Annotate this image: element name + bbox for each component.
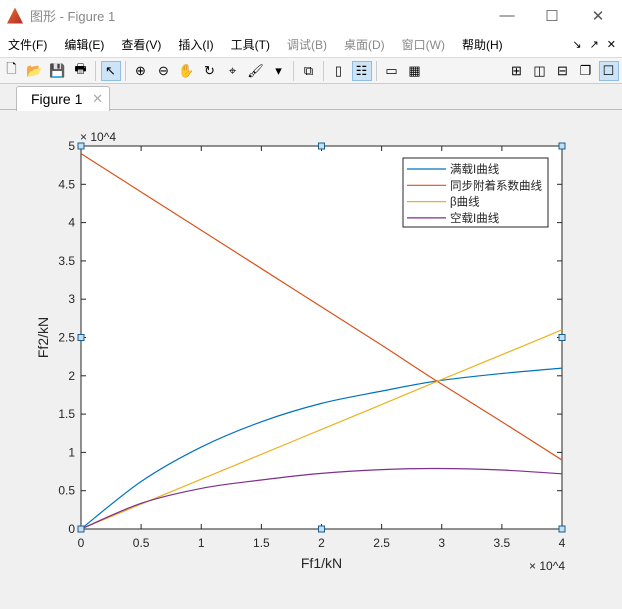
toolbar-separator [125,60,126,81]
selection-handle[interactable] [558,334,566,341]
zoom-in-icon[interactable]: ⊕ [131,61,151,81]
legend-entry-2: β曲线 [450,195,480,209]
figure-close-button[interactable]: ✕ [607,38,616,51]
maximize-button[interactable]: ☐ [529,0,575,31]
menu-4[interactable]: 工具(T) [231,36,270,53]
zoom-out-icon[interactable]: ⊖ [154,61,174,81]
y-tick-label: 2.5 [58,331,75,345]
y-tick-label: 3 [68,292,75,306]
figure-undock-button[interactable]: ↗ [590,38,599,51]
menu-8[interactable]: 帮助(H) [462,36,503,53]
y-tick-label: 2 [68,369,75,383]
selection-handle[interactable] [77,142,85,150]
y-tick-label: 0.5 [58,484,75,498]
figure-canvas[interactable]: 0 0.5 1 1.5 2 2.5 3 3.5 4 0 0.5 1 1.5 2 2.5 3 3.5 4 4.5 5 × … [0,110,622,609]
brush-icon[interactable]: 🖌 [246,61,266,81]
pan-hand-icon[interactable]: ✋ [177,61,197,81]
y-tick-label: 1.5 [58,407,75,421]
show-plot-tools-icon[interactable]: ▦ [405,61,425,81]
menu-5[interactable]: 调试(B) [287,36,327,53]
y-tick-label: 1 [68,445,75,459]
x-tick-label: 0.5 [133,536,150,550]
minimize-button[interactable]: — [484,0,530,31]
colorbar-icon[interactable]: ▯ [329,61,349,81]
x-exponent-label: × 10^4 [529,559,565,573]
menu-6[interactable]: 桌面(D) [344,36,385,53]
legend-entry-3: 空载I曲线 [450,211,500,225]
menu-bar: 文件(F) 编辑(E) 查看(V) 插入(I) 工具(T) 调试(B) 桌面(D) 窗口(W)… [0,31,622,57]
y-tick-label: 4.5 [58,177,75,191]
save-icon[interactable]: 💾 [48,61,68,81]
toolbar-separator [376,60,377,81]
link-plot-icon[interactable]: ⧉ [299,61,319,81]
x-tick-label: 3 [438,536,445,550]
maximize-icon[interactable]: ☐ [598,60,619,81]
x-tick-label: 1 [198,536,205,550]
selection-handle[interactable] [558,142,566,150]
open-icon[interactable]: 📂 [25,61,45,81]
close-button[interactable]: ✕ [575,0,621,31]
selection-handle[interactable] [318,142,325,150]
toolbar-separator [293,60,294,81]
figure-dock-button[interactable]: ↘ [572,38,581,51]
dropdown-arrow-icon[interactable]: ▾ [269,61,289,81]
selection-handle[interactable] [318,525,325,533]
menu-2[interactable]: 查看(V) [121,36,161,53]
menu-3[interactable]: 插入(I) [178,36,213,53]
legend-icon[interactable]: ☷ [351,60,372,81]
x-tick-label: 2.5 [373,536,390,550]
data-cursor-icon[interactable]: ⌖ [223,61,243,81]
y-exponent-label: × 10^4 [80,130,116,144]
legend-entry-1: 同步附着系数曲线 [450,178,542,192]
menu-1[interactable]: 编辑(E) [64,36,104,53]
y-tick-label: 4 [68,216,75,230]
edit-plot-arrow-icon[interactable]: ↖ [100,60,121,81]
x-tick-label: 2 [318,536,325,550]
legend-entry-0: 满载I曲线 [450,162,500,176]
selection-handle[interactable] [77,334,85,341]
x-tick-label: 1.5 [253,536,270,550]
tile-columns-icon[interactable]: ◫ [530,61,550,81]
matlab-logo-icon [7,7,23,24]
tab-figure-1[interactable]: Figure 1 ✕ [16,86,110,111]
print-icon[interactable]: 🖶 [71,61,91,81]
y-axis-label: Ff2/kN [35,317,51,358]
y-tick-label: 5 [68,139,75,153]
toolbar-separator [323,60,324,81]
tab-close-icon[interactable]: ✕ [92,91,103,107]
x-axis-label: Ff1/kN [301,555,342,571]
hide-plot-tools-icon[interactable]: ▭ [382,61,402,81]
tab-strip: Figure 1 ✕ [0,84,622,111]
x-tick-label: 3.5 [494,536,511,550]
menu-0[interactable]: 文件(F) [8,36,47,53]
toolbar-separator [95,60,96,81]
x-tick-label: 0 [78,536,85,550]
tab-label: Figure 1 [31,91,83,107]
menu-7[interactable]: 窗口(W) [402,36,445,53]
rotate-3d-icon[interactable]: ↻ [200,61,220,81]
y-tick-label: 3.5 [58,254,75,268]
tile-rows-icon[interactable]: ⊟ [553,61,573,81]
float-icon[interactable]: ❐ [576,61,596,81]
title-bar: 图形 - Figure 1 — ☐ ✕ [0,0,622,31]
window-title: 图形 - Figure 1 [30,9,116,24]
x-tick-label: 4 [559,536,566,550]
toolbar: 🗋 📂 💾 🖶 ↖ ⊕ ⊖ ✋ ↻ ⌖ 🖌 ▾ ⧉ ▯ ☷ ▭ ▦ ⊞ ◫ ⊟ ❐ ☐ [0,57,622,84]
selection-handle[interactable] [77,525,85,533]
tile-grid-icon[interactable]: ⊞ [507,61,527,81]
y-tick-label: 0 [68,522,75,536]
new-figure-icon[interactable]: 🗋 [2,61,22,81]
selection-handle[interactable] [558,525,566,533]
